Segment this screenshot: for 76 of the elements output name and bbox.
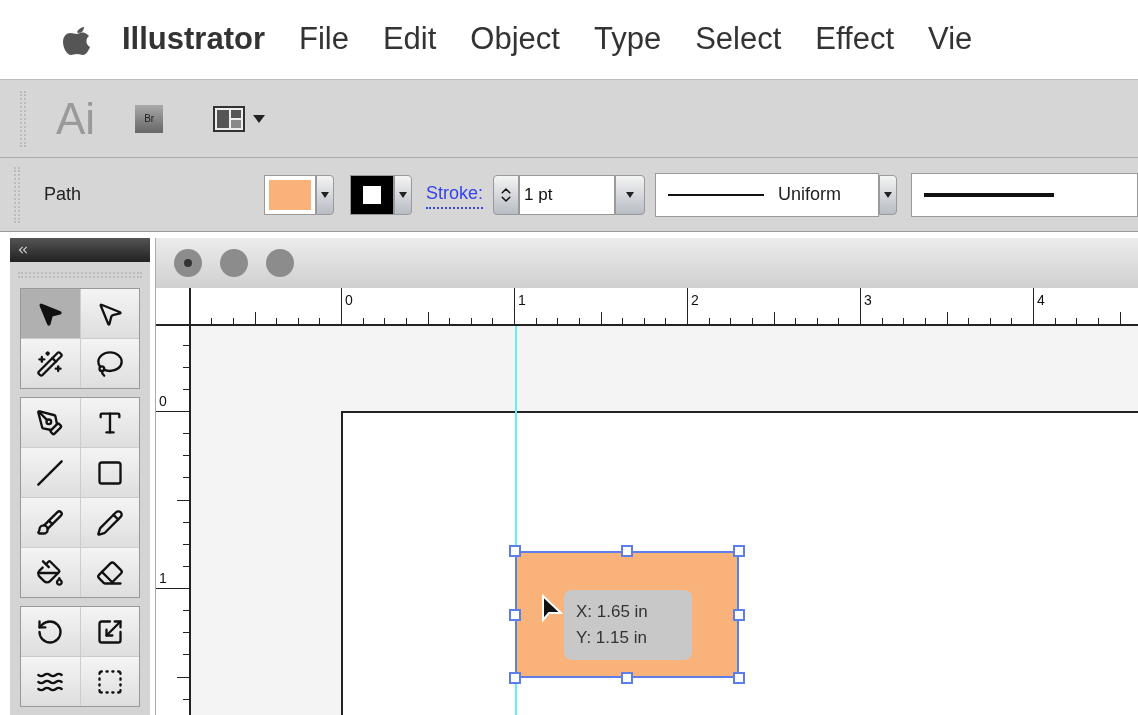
- menu-item[interactable]: Type: [593, 16, 662, 63]
- tool-button[interactable]: [80, 657, 139, 706]
- eraser-icon: [95, 558, 124, 587]
- brush-icon: [36, 508, 65, 537]
- app-menu[interactable]: Illustrator: [122, 16, 265, 63]
- dropdown-arrow-button[interactable]: [316, 174, 334, 215]
- brush-preview-icon: [924, 191, 1055, 198]
- stroke-link[interactable]: Stroke:: [426, 180, 484, 209]
- collapse-icon[interactable]: [16, 243, 30, 257]
- caret-icon: [321, 191, 329, 198]
- dropdown-arrow-button[interactable]: [394, 174, 412, 215]
- stepper-button[interactable]: [493, 174, 520, 215]
- minimize-button[interactable]: [220, 249, 248, 277]
- ruler-label: 3: [864, 291, 872, 310]
- tool-button[interactable]: [21, 657, 80, 706]
- selection-handle[interactable]: [509, 609, 521, 621]
- selection-handle[interactable]: [621, 545, 633, 557]
- ruler-label: 0: [345, 291, 353, 310]
- menu-item[interactable]: File: [298, 16, 349, 63]
- tool-button[interactable]: [80, 448, 139, 497]
- selection-handle[interactable]: [733, 609, 745, 621]
- tool-button[interactable]: [21, 339, 80, 388]
- bridge-button[interactable]: Br: [135, 104, 164, 133]
- tool-button[interactable]: [21, 398, 80, 447]
- tool-button[interactable]: [80, 548, 139, 597]
- tooltip-text: X: 1.65 in: [576, 601, 649, 623]
- menu-item[interactable]: Edit: [382, 16, 437, 63]
- menu-item[interactable]: Select: [695, 16, 782, 63]
- workspace-switcher[interactable]: [213, 105, 266, 132]
- tool-button[interactable]: [21, 448, 80, 497]
- diagonal-line-icon: [36, 458, 65, 487]
- stroke-weight-field[interactable]: 1 pt: [519, 174, 616, 215]
- pen-nib-icon: [36, 408, 65, 437]
- selection-handle[interactable]: [509, 672, 521, 684]
- tooltip-text: Y: 1.15 in: [576, 627, 648, 649]
- menu-item[interactable]: Effect: [815, 16, 895, 63]
- tool-button[interactable]: [80, 289, 139, 338]
- selection-handle[interactable]: [733, 545, 745, 557]
- menu-item[interactable]: Object: [470, 16, 560, 63]
- caret-icon: [884, 191, 893, 198]
- scale-icon: [95, 617, 124, 646]
- rectangle-icon: [95, 458, 124, 487]
- tool-button[interactable]: [21, 498, 80, 547]
- tool-button[interactable]: [80, 339, 139, 388]
- magic-wand-icon: [36, 349, 65, 378]
- caret-icon: [253, 114, 266, 123]
- zoom-button[interactable]: [266, 249, 294, 277]
- app-logo: Ai: [56, 92, 96, 145]
- selection-handle[interactable]: [621, 672, 633, 684]
- tool-button[interactable]: [80, 607, 139, 656]
- tool-button[interactable]: [80, 398, 139, 447]
- tool-button[interactable]: [21, 548, 80, 597]
- fill-swatch[interactable]: [264, 174, 316, 215]
- tool-button[interactable]: [21, 607, 80, 656]
- rotate-icon: [36, 617, 65, 646]
- ruler-label: 1: [159, 569, 167, 588]
- selection-label: Path: [44, 183, 83, 206]
- tool-button[interactable]: [80, 498, 139, 547]
- menu-item[interactable]: Vie: [928, 16, 973, 63]
- layout-icon: [213, 105, 246, 132]
- close-button[interactable]: [174, 249, 202, 277]
- stroke-swatch[interactable]: [350, 174, 394, 215]
- brush-dropdown[interactable]: [911, 172, 1138, 217]
- lasso-icon: [95, 349, 124, 378]
- ruler-label: 4: [1037, 291, 1045, 310]
- tool-button[interactable]: [21, 289, 80, 338]
- ruler-label: 1: [518, 291, 526, 310]
- caret-icon: [626, 191, 635, 198]
- dropdown-arrow-button[interactable]: [879, 174, 898, 215]
- profile-dropdown[interactable]: Uniform: [655, 172, 880, 217]
- pencil-icon: [95, 508, 124, 537]
- selection-handle[interactable]: [733, 672, 745, 684]
- ruler-label: 0: [159, 392, 167, 411]
- selection-handle[interactable]: [509, 545, 521, 557]
- ruler-label: 2: [691, 291, 699, 310]
- caret-icon: [399, 191, 407, 198]
